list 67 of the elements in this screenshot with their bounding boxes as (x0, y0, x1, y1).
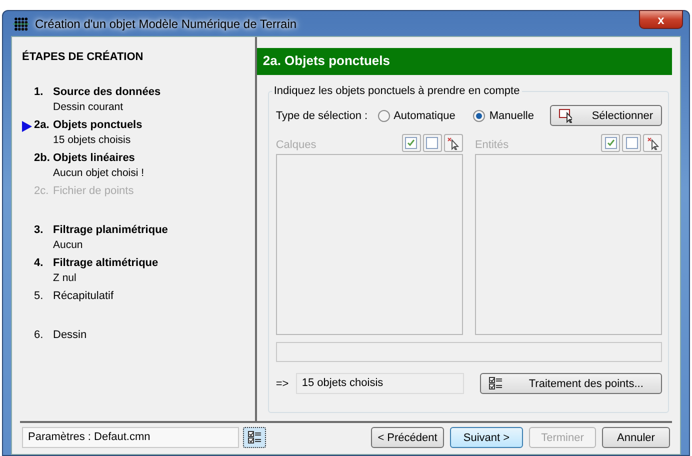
close-button[interactable]: x (639, 10, 683, 29)
step-summary: 15 objets choisis (53, 134, 132, 146)
step-title: Fichier de points (53, 185, 134, 197)
step-number: 1. (34, 86, 44, 98)
step-summary: Aucun objet choisi ! (53, 167, 144, 179)
check-all-button[interactable] (402, 134, 421, 152)
step-title: Objets linéaires (53, 152, 136, 164)
check-all-button[interactable] (601, 134, 620, 152)
uncheck-all-button[interactable] (622, 134, 642, 152)
selection-type-label: Type de sélection : (276, 110, 368, 122)
checklist-icon (488, 377, 503, 390)
step-number: 6. (34, 329, 44, 341)
grid-dots-icon (13, 16, 29, 30)
step-number: 4. (34, 257, 44, 269)
wizard-button[interactable]: Suivant > (450, 427, 523, 448)
step-item[interactable]: 2a. Objets ponctuels 15 objets choisis (22, 119, 255, 146)
wizard-button[interactable]: < Précédent (371, 427, 444, 448)
cursor-rectangle-icon (559, 108, 572, 122)
step-number: 2a. (34, 119, 50, 131)
pick-button[interactable] (643, 134, 662, 152)
checkbox-empty-icon (426, 137, 438, 149)
steps-heading: ÉTAPES DE CRÉATION (22, 51, 144, 63)
step-title: Filtrage planimétrique (53, 224, 168, 236)
radio-dot[interactable] (378, 110, 390, 122)
window-title: Création d'un objet Modèle Numérique de Terrain (35, 16, 297, 30)
step-item[interactable]: 1. Source des données Dessin courant (22, 86, 255, 113)
result-field: 15 objets choisis (296, 373, 464, 394)
selection-radio[interactable]: Manuelle (473, 110, 534, 122)
select-button[interactable]: Sélectionner (550, 105, 662, 126)
list-label: Entités (474, 139, 509, 151)
step-title: Objets ponctuels (53, 119, 142, 131)
radio-label: Manuelle (489, 110, 534, 122)
step-number: 2b. (34, 152, 51, 164)
step-summary: Aucun (53, 239, 84, 251)
radio-dot[interactable] (473, 110, 486, 122)
step-item[interactable]: 6. Dessin (22, 329, 255, 341)
list-label: Calques (276, 139, 316, 151)
parameters-button[interactable] (243, 427, 266, 448)
step-title: Filtrage altimétrique (53, 257, 158, 269)
step-header: 2a. Objets ponctuels (256, 48, 672, 75)
step-item[interactable]: 3. Filtrage planimétrique Aucun (22, 224, 255, 251)
step-summary: Z nul (53, 272, 78, 284)
cursor-icon (447, 136, 460, 150)
group-label: Indiquez les objets ponctuels à prendre en compte (272, 85, 521, 97)
uncheck-all-button[interactable] (422, 134, 442, 152)
checkbox-empty-icon (626, 137, 638, 149)
wizard-button[interactable]: Annuler (602, 427, 670, 448)
step-item[interactable]: 5. Récapitulatif (22, 290, 255, 302)
result-arrow: => (276, 378, 290, 390)
step-title: Source des données (53, 86, 161, 98)
pick-button[interactable] (444, 134, 463, 152)
step-item[interactable]: 2b. Objets linéaires Aucun objet choisi ! (22, 152, 255, 179)
step-item[interactable]: 4. Filtrage altimétrique Z nul (22, 257, 255, 284)
step-title: Dessin (53, 329, 87, 341)
step-number: 5. (34, 290, 44, 302)
checkbox-checked-icon (604, 137, 617, 149)
checkbox-checked-icon (405, 137, 418, 149)
selection-radio[interactable]: Automatique (378, 110, 456, 122)
step-title: Récapitulatif (53, 290, 114, 302)
checklist-icon (248, 431, 262, 444)
step-number: 2c. (34, 185, 50, 197)
radio-label: Automatique (394, 110, 456, 122)
step-number: 3. (34, 224, 44, 236)
parameters-field: Paramètres : Defaut.cmn (22, 427, 239, 448)
process-points-button[interactable]: Traitement des points... (480, 373, 662, 394)
cursor-icon (646, 136, 659, 150)
step-summary: Dessin courant (53, 101, 124, 113)
